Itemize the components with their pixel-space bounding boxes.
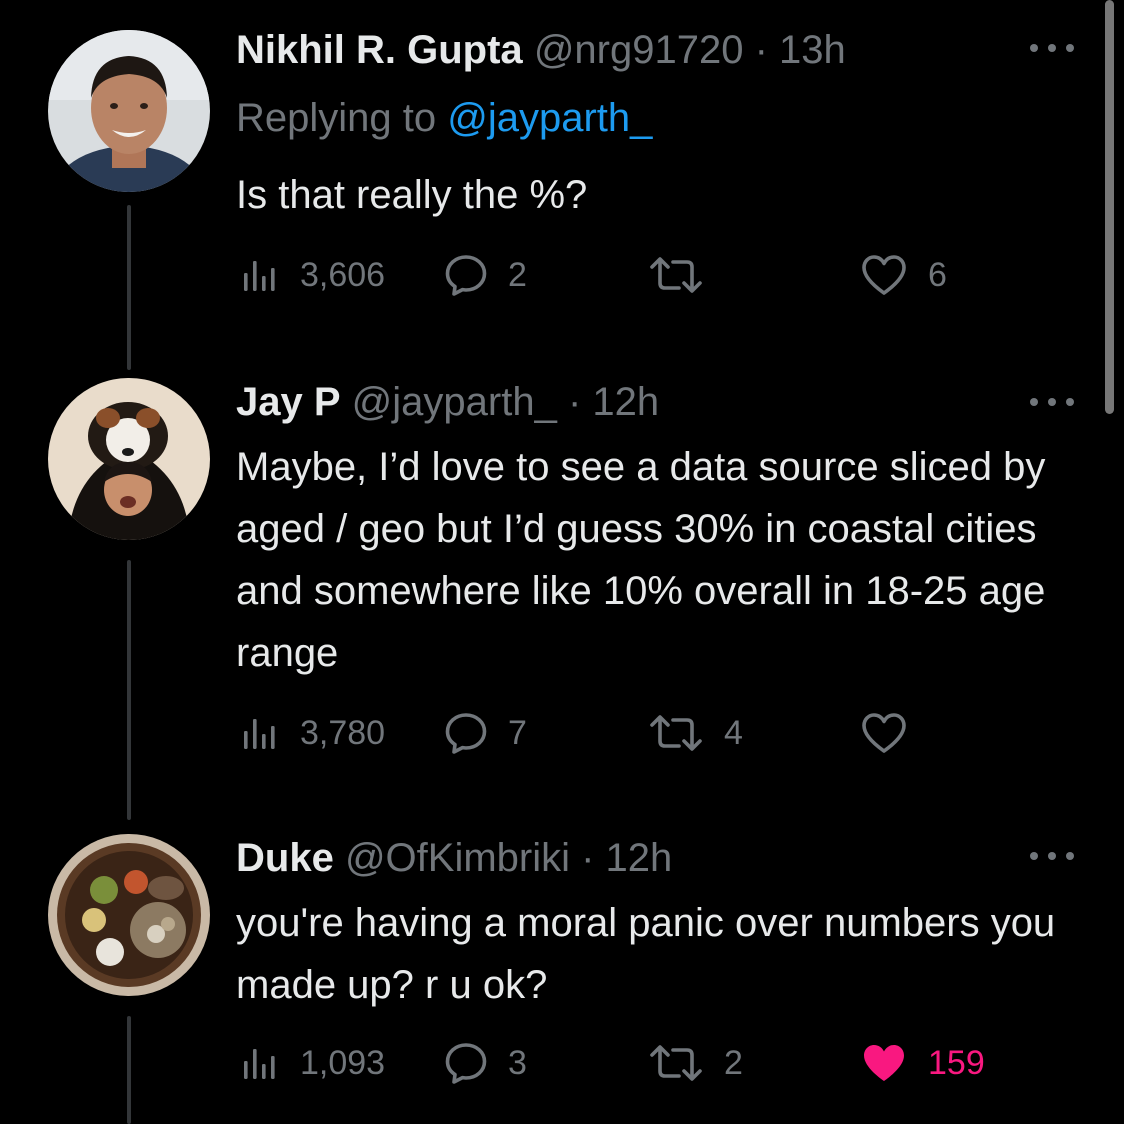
heart-icon [860, 253, 908, 297]
replying-to: Replying to @jayparth_ [236, 92, 652, 144]
retweet-count: 4 [724, 714, 743, 752]
more-options-icon[interactable] [1030, 396, 1074, 408]
like-button[interactable]: 159 [860, 1038, 985, 1088]
author-name[interactable]: Jay P [236, 380, 341, 424]
reply-button[interactable]: 7 [444, 708, 527, 758]
timestamp[interactable]: · 12h [568, 380, 659, 424]
tweet-jayp[interactable]: Jay P @jayparth_ · 12h Maybe, I’d love t… [0, 370, 1100, 820]
tweet-header: Nikhil R. Gupta @nrg91720 · 13h [236, 24, 846, 76]
retweet-button[interactable]: 4 [648, 708, 743, 758]
more-options-icon[interactable] [1030, 42, 1074, 54]
tweet-text: Is that really the %? [236, 173, 588, 217]
author-name[interactable]: Nikhil R. Gupta [236, 28, 523, 72]
tweet-header: Duke @OfKimbriki · 12h [236, 832, 672, 884]
reply-icon [444, 253, 488, 297]
heart-icon [860, 711, 908, 755]
reply-icon [444, 711, 488, 755]
replying-to-handle[interactable]: @jayparth_ [447, 96, 652, 140]
views-count: 1,093 [300, 1044, 386, 1082]
reply-button[interactable]: 3 [444, 1038, 527, 1088]
timestamp[interactable]: · 13h [755, 28, 846, 72]
views-button[interactable]: 3,780 [240, 708, 385, 758]
avatar-nikhil[interactable] [48, 30, 210, 192]
views-button[interactable]: 3,606 [240, 250, 385, 300]
views-count: 3,780 [300, 714, 386, 752]
avatar-jayp[interactable] [48, 378, 210, 540]
tweet-text: you're having a moral panic over numbers… [236, 901, 1056, 1007]
tweet-actions: 3,780 7 4 [236, 708, 1036, 758]
thread-connector-line [127, 205, 131, 370]
replying-to-label: Replying to [236, 96, 448, 140]
like-button[interactable]: 6 [860, 250, 947, 300]
reply-icon [444, 1041, 488, 1085]
views-button[interactable]: 1,093 [240, 1038, 385, 1088]
author-handle[interactable]: @nrg91720 [534, 28, 744, 72]
retweet-icon [648, 1041, 704, 1085]
author-handle[interactable]: @OfKimbriki [345, 836, 570, 880]
avatar-duke[interactable] [48, 834, 210, 996]
analytics-icon [240, 255, 280, 295]
author-name[interactable]: Duke [236, 836, 334, 880]
reply-button[interactable]: 2 [444, 250, 527, 300]
like-count: 159 [928, 1044, 985, 1082]
like-count: 6 [928, 256, 947, 294]
analytics-icon [240, 1043, 280, 1083]
reply-count: 3 [508, 1044, 527, 1082]
tweet-actions: 1,093 3 2 159 [236, 1038, 1036, 1088]
reply-count: 7 [508, 714, 527, 752]
views-count: 3,606 [300, 256, 386, 294]
thread-connector-line [127, 1016, 131, 1124]
timestamp[interactable]: · 12h [581, 836, 672, 880]
retweet-count: 2 [724, 1044, 743, 1082]
tweet-actions: 3,606 2 6 [236, 250, 1036, 300]
reply-count: 2 [508, 256, 527, 294]
analytics-icon [240, 713, 280, 753]
retweet-icon [648, 253, 704, 297]
tweet-nikhil[interactable]: Nikhil R. Gupta @nrg91720 · 13h Replying… [0, 0, 1100, 370]
retweet-icon [648, 711, 704, 755]
thread-connector-line [127, 560, 131, 820]
author-handle[interactable]: @jayparth_ [352, 380, 557, 424]
reply-thread: { "tweets": [ { "name": "Nikhil R. Gupta… [0, 0, 1124, 1124]
retweet-button[interactable] [648, 250, 724, 300]
like-button[interactable] [860, 708, 928, 758]
retweet-button[interactable]: 2 [648, 1038, 743, 1088]
heart-icon [860, 1041, 908, 1085]
scrollbar[interactable] [1105, 0, 1114, 414]
more-options-icon[interactable] [1030, 850, 1074, 862]
tweet-header: Jay P @jayparth_ · 12h [236, 376, 659, 428]
tweet-duke[interactable]: Duke @OfKimbriki · 12h you're having a m… [0, 820, 1100, 1124]
tweet-text: Maybe, I’d love to see a data source sli… [236, 445, 1046, 675]
